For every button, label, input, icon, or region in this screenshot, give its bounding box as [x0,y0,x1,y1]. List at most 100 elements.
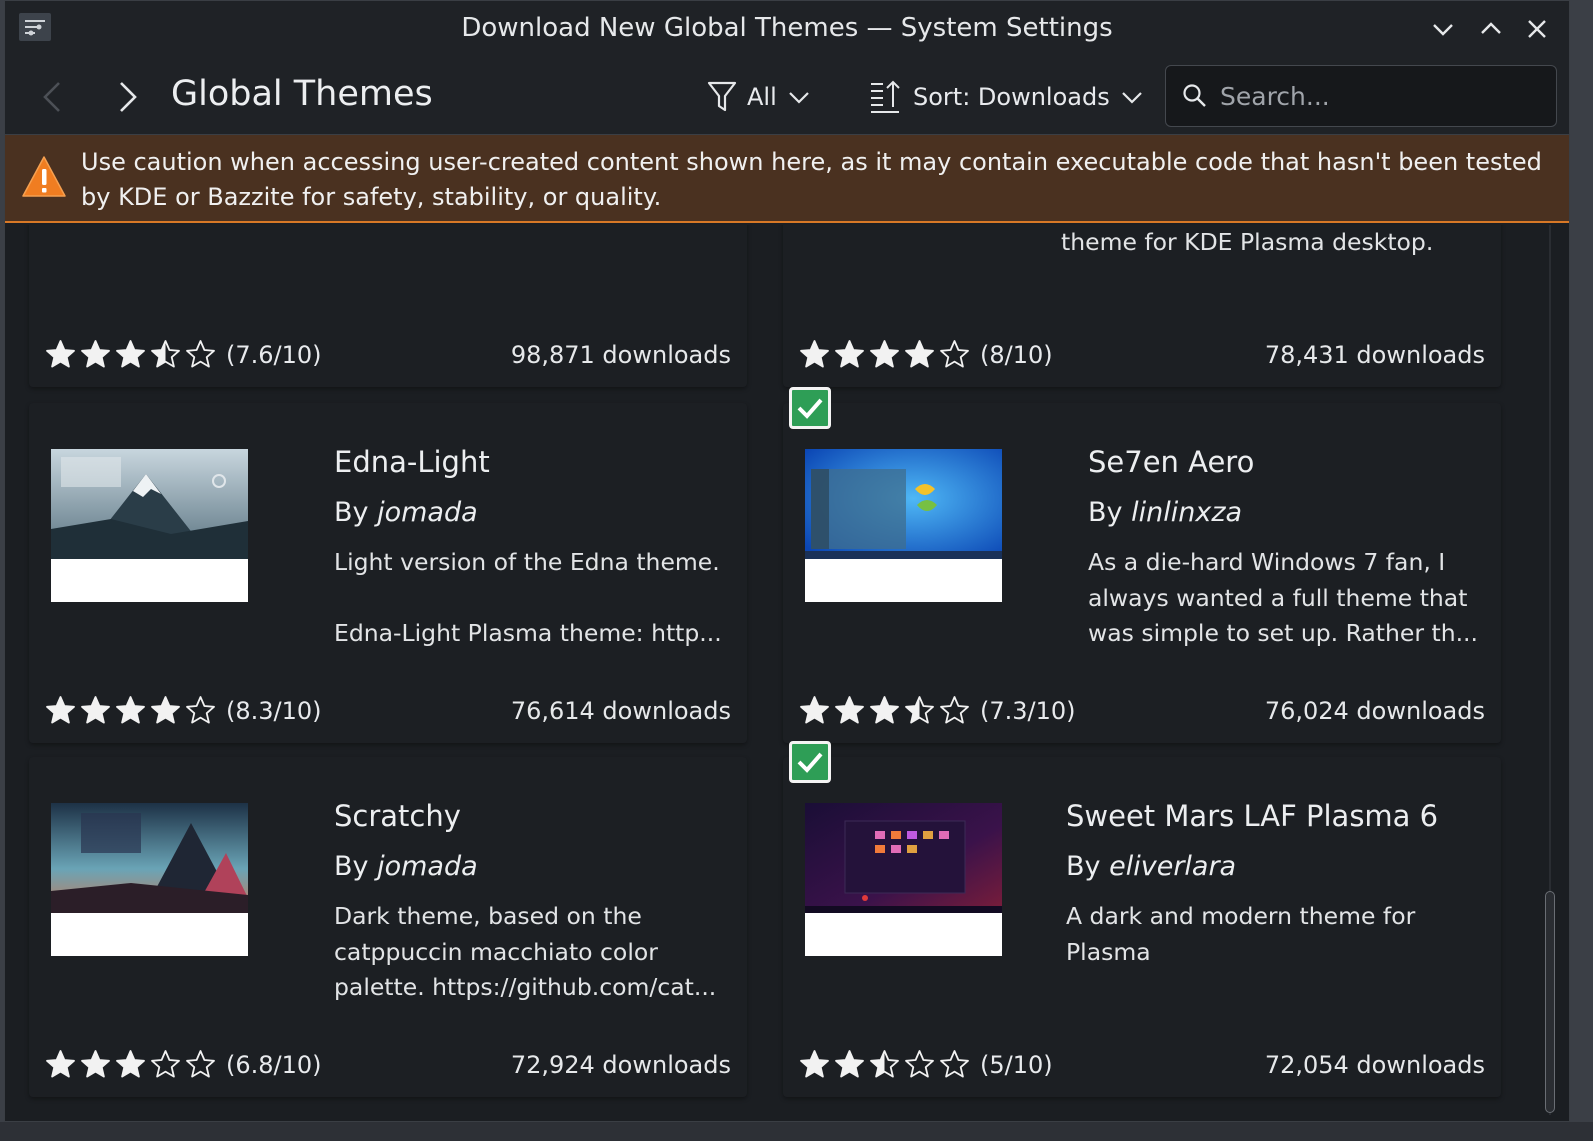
back-arrow-icon[interactable] [35,77,69,117]
star-full-icon [81,340,110,368]
app-window: Download New Global Themes — System Sett… [4,0,1570,1122]
scrollbar-handle[interactable] [1545,891,1555,1113]
chevron-down-icon [788,92,809,104]
author-name[interactable]: jomada [377,497,478,528]
installed-checkbox[interactable] [789,387,831,429]
rating-stars: (6.8/10) [45,1049,322,1080]
star-full-icon [835,696,864,724]
by-label: By [334,497,369,528]
checkmark-icon [797,752,823,773]
by-label: By [334,851,369,882]
rating-score: (7.3/10) [980,696,1076,725]
star-full-icon [800,340,829,368]
theme-description: As a die-hard Windows 7 fan, I always wa… [1088,548,1478,647]
theme-name[interactable]: Scratchy [334,799,461,833]
title-bar: Download New Global Themes — System Sett… [5,1,1569,57]
theme-thumbnail[interactable] [51,803,248,956]
theme-author: By eliverlara [1066,851,1236,882]
forward-arrow-icon[interactable] [111,77,145,117]
rating-score: (8.3/10) [226,696,322,725]
rating-score: (6.8/10) [226,1050,322,1079]
theme-description: Light version of the Edna theme. [334,548,720,576]
star-full-icon [800,696,829,724]
rating-stars: (5/10) [799,1049,1053,1080]
download-count: 72,054 downloads [1264,1051,1485,1079]
theme-card[interactable]: Scratchy By jomada Dark theme, based on … [29,757,747,1097]
theme-card[interactable]: Sweet Mars LAF Plasma 6 By eliverlara A … [783,741,1501,1097]
filter-icon [707,81,737,112]
star-full-icon [46,1050,75,1078]
theme-description-line2: Edna-Light Plasma theme: http... [334,619,722,647]
star-full-icon [81,1050,110,1078]
sort-dropdown[interactable]: Sort: Downloads [869,77,1144,117]
maximize-icon[interactable] [1477,15,1505,43]
theme-author: By jomada [334,851,478,882]
download-count: 78,431 downloads [1264,341,1485,369]
checkmark-icon [797,398,823,419]
rating-stars: (7.3/10) [799,695,1076,726]
rating-stars: (8.3/10) [45,695,322,726]
star-empty-icon [186,1050,215,1078]
search-box[interactable] [1165,65,1557,127]
sort-label: Sort: Downloads [913,83,1110,111]
download-count: 98,871 downloads [510,341,731,369]
star-half-icon [905,696,934,724]
warning-text: Use caution when accessing user-created … [81,148,1542,211]
minimize-icon[interactable] [1429,15,1457,43]
rating-score: (5/10) [980,1050,1053,1079]
close-icon[interactable] [1523,15,1551,43]
star-empty-icon [940,340,969,368]
theme-author: By jomada [334,497,478,528]
author-name[interactable]: eliverlara [1109,851,1236,882]
theme-card[interactable]: theme for KDE Plasma desktop. (8/10) 78,… [783,225,1501,387]
by-label: By [1066,851,1101,882]
theme-description: Dark theme, based on the catppuccin macc… [334,902,717,1001]
star-empty-icon [940,1050,969,1078]
theme-thumbnail[interactable] [51,449,248,602]
desktop-edge-bottom [0,1122,1593,1141]
filter-label: All [747,83,777,111]
download-count: 76,614 downloads [510,697,731,725]
star-full-icon [905,340,934,368]
chevron-down-icon [1121,92,1142,104]
star-empty-icon [905,1050,934,1078]
theme-description: A dark and modern theme for Plasma [1066,902,1416,966]
star-full-icon [46,696,75,724]
star-empty-icon [940,696,969,724]
warning-banner: Use caution when accessing user-created … [5,135,1569,223]
desktop-edge-right [1570,0,1593,1141]
theme-author: By linlinxza [1088,497,1242,528]
sweet-mars-preview-image [805,803,1002,913]
star-full-icon [835,340,864,368]
filter-dropdown[interactable]: All [707,77,811,117]
download-count: 76,024 downloads [1264,697,1485,725]
sort-icon [871,80,900,113]
star-full-icon [835,1050,864,1078]
star-full-icon [81,696,110,724]
theme-card[interactable]: Edna-Light By jomada Light version of th… [29,403,747,743]
theme-list: (7.6/10) 98,871 downloads theme for KDE … [5,225,1533,1121]
star-empty-icon [186,340,215,368]
edna-light-preview-image [51,449,248,559]
author-name[interactable]: linlinxza [1131,497,1242,528]
author-name[interactable]: jomada [377,851,478,882]
theme-thumbnail[interactable] [805,449,1002,602]
theme-card[interactable]: (7.6/10) 98,871 downloads [29,225,747,387]
header-toolbar: Global Themes All Sort: Downloads [5,57,1569,135]
search-input[interactable] [1220,81,1540,111]
theme-thumbnail[interactable] [805,803,1002,956]
rating-stars: (8/10) [799,339,1053,370]
theme-description: theme for KDE Plasma desktop. [1061,228,1434,256]
scratchy-preview-image [51,803,248,913]
theme-card[interactable]: Se7en Aero By linlinxza As a die-hard Wi… [783,387,1501,743]
rating-score: (7.6/10) [226,340,322,369]
theme-name[interactable]: Sweet Mars LAF Plasma 6 [1066,799,1438,833]
installed-checkbox[interactable] [789,741,831,783]
search-icon [1183,84,1206,107]
star-full-icon [870,340,899,368]
window-title: Download New Global Themes — System Sett… [461,13,1113,43]
star-full-icon [116,340,145,368]
theme-name[interactable]: Se7en Aero [1088,445,1254,479]
theme-name[interactable]: Edna-Light [334,445,490,479]
star-full-icon [116,696,145,724]
